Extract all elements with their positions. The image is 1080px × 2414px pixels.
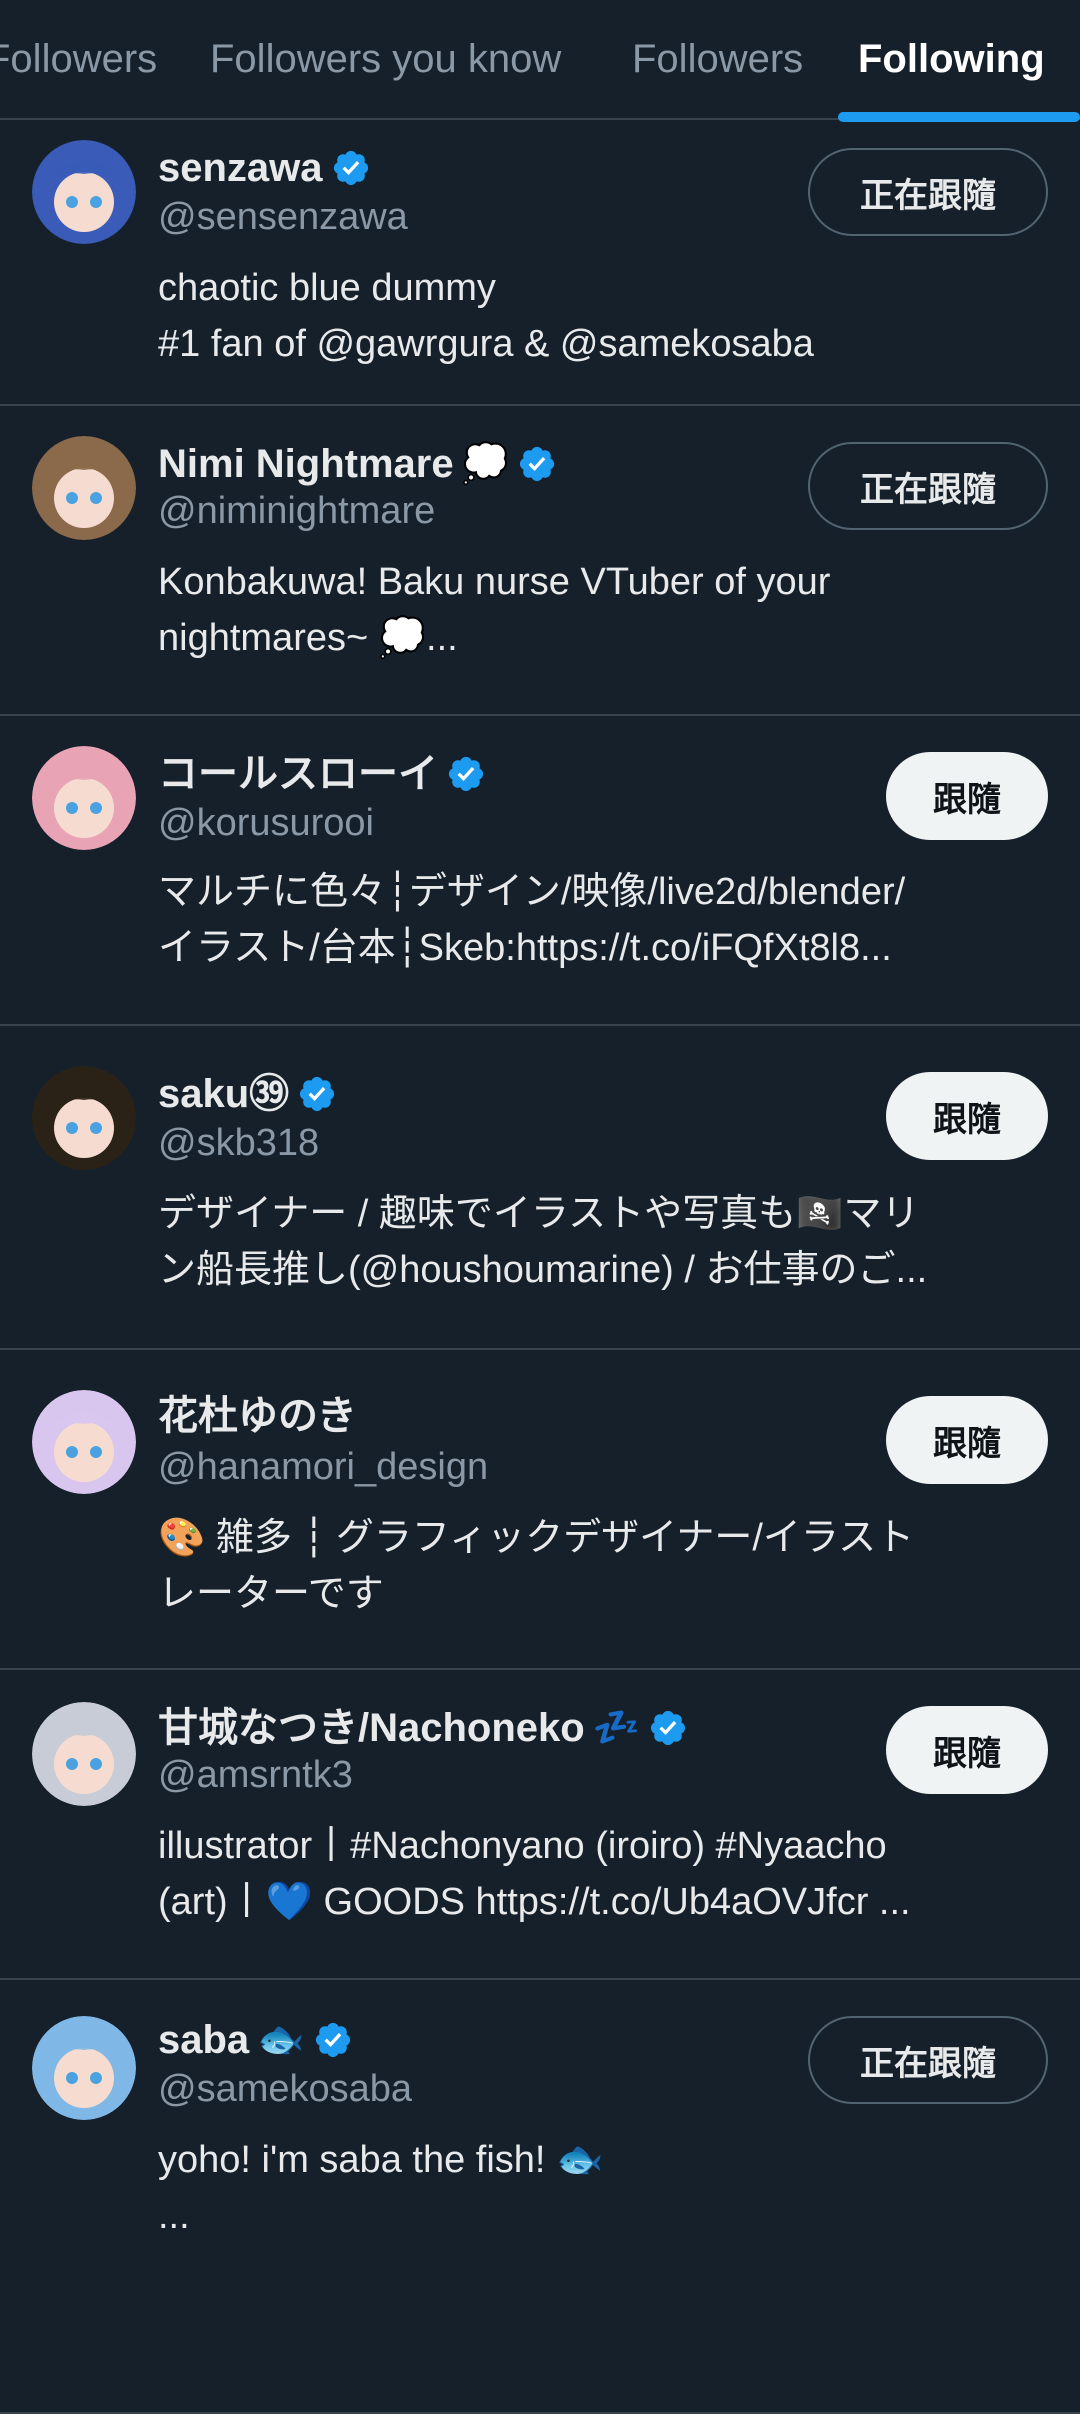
display-name[interactable]: senzawa <box>158 142 371 194</box>
follow-button[interactable]: 跟隨 <box>886 752 1048 840</box>
tab-followers[interactable]: Followers <box>632 0 803 118</box>
user-handle: @hanamori_design <box>158 1446 489 1488</box>
display-name[interactable]: saku㊴ <box>158 1068 337 1120</box>
follow-button[interactable]: 跟隨 <box>886 1072 1048 1160</box>
user-handle: @niminightmare <box>158 490 436 532</box>
avatar[interactable] <box>32 1066 136 1170</box>
avatar[interactable] <box>32 2016 136 2120</box>
user-bio: デザイナー / 趣味でイラストや写真も🏴‍☠️マリ ン船長推し(@houshou… <box>158 1193 928 1291</box>
display-name[interactable]: saba 🐟 <box>158 2014 353 2066</box>
display-name[interactable]: 花杜ゆのき <box>158 1390 357 1442</box>
avatar[interactable] <box>32 140 136 244</box>
tab-following[interactable]: Following <box>858 0 1045 118</box>
user-handle: @sensenzawa <box>158 196 408 238</box>
following-button[interactable]: 正在跟隨 <box>808 442 1048 530</box>
user-handle: @skb318 <box>158 1122 320 1164</box>
display-name-text: 甘城なつき/Nachoneko <box>158 1706 585 1750</box>
avatar[interactable] <box>32 1702 136 1806</box>
user-handle: @korusurooi <box>158 802 374 844</box>
display-name[interactable]: コールスローイ <box>158 748 486 800</box>
display-name-text: 花杜ゆのき <box>158 1394 357 1438</box>
user-row[interactable]: saba 🐟 @samekosaba yoho! i'm saba the fish!… <box>0 1980 1080 2414</box>
user-bio: yoho! i'm saba the fish! 🐟 ... <box>158 2139 604 2237</box>
verified-badge-icon <box>650 1710 686 1746</box>
display-name[interactable]: Nimi Nightmare 💭 <box>158 438 557 490</box>
user-handle: @samekosaba <box>158 2068 413 2110</box>
verified-badge-icon <box>448 756 484 792</box>
follow-button[interactable]: 跟隨 <box>886 1706 1048 1794</box>
user-row[interactable]: コールスローイ @korusurooi マルチに色々┆デザイン/映像/live2d/… <box>0 716 1080 1026</box>
display-name-text: コールスローイ <box>158 752 438 796</box>
display-name-text: saba <box>158 2018 250 2062</box>
user-bio: illustrator丨#Nachonyano (iroiro) #Nyaach… <box>158 1825 911 1923</box>
tab-followers-you-know[interactable]: Followers you know <box>210 0 561 118</box>
user-row[interactable]: Nimi Nightmare 💭 @niminightmare Konbakuwa! … <box>0 406 1080 716</box>
name-emoji: 💭 <box>461 443 509 485</box>
tab-followers-verified[interactable]: Followers <box>0 0 157 118</box>
user-row[interactable]: saku㊴ @skb318 デザイナー / 趣味でイラストや写真も🏴‍☠️マリ ン船… <box>0 1026 1080 1350</box>
user-row[interactable]: 花杜ゆのき @hanamori_design 🎨 雑多 ┆ グラフィックデザイナー/… <box>0 1350 1080 1670</box>
name-emoji: 🐟 <box>257 2019 305 2061</box>
user-bio: 🎨 雑多 ┆ グラフィックデザイナー/イラスト レーターです <box>158 1517 915 1615</box>
verified-badge-icon <box>315 2022 350 2058</box>
avatar[interactable] <box>32 436 136 540</box>
following-button[interactable]: 正在跟隨 <box>808 148 1048 236</box>
verified-badge-icon <box>333 150 368 186</box>
follow-button[interactable]: 跟隨 <box>886 1396 1048 1484</box>
avatar[interactable] <box>32 1390 136 1494</box>
following-button[interactable]: 正在跟隨 <box>808 2016 1048 2104</box>
verified-badge-icon <box>519 446 555 482</box>
user-bio: マルチに色々┆デザイン/映像/live2d/blender/ イラスト/台本┆S… <box>158 871 906 969</box>
display-name[interactable]: 甘城なつき/Nachoneko 💤 <box>158 1702 688 1754</box>
verified-badge-icon <box>300 1076 335 1112</box>
user-row[interactable]: 甘城なつき/Nachoneko 💤 @amsrntk3 illustrator丨#Na… <box>0 1670 1080 1980</box>
display-name-text: saku㊴ <box>158 1072 290 1116</box>
user-handle: @amsrntk3 <box>158 1754 353 1796</box>
avatar[interactable] <box>32 746 136 850</box>
display-name-text: senzawa <box>158 146 323 190</box>
user-row[interactable]: senzawa @sensenzawa chaotic blue dummy #1 … <box>0 120 1080 406</box>
tab-bar: Followers Followers you know Followers F… <box>0 0 1080 122</box>
user-bio: Konbakuwa! Baku nurse VTuber of your nig… <box>158 561 831 659</box>
user-bio: chaotic blue dummy #1 fan of @gawrgura &… <box>158 267 814 365</box>
display-name-text: Nimi Nightmare <box>158 442 454 486</box>
name-emoji: 💤 <box>592 1707 641 1749</box>
